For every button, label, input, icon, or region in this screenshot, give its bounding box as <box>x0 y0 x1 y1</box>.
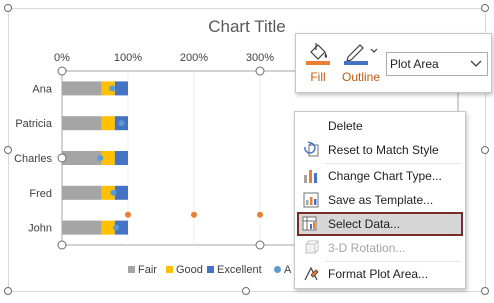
marker-a-ana <box>109 85 116 92</box>
save-template-icon <box>303 192 319 208</box>
fill-button[interactable]: Fill <box>302 38 334 88</box>
menu-item-format-plot-area[interactable]: Format Plot Area... <box>297 262 463 286</box>
bar-good-patricia <box>101 116 115 131</box>
legend-label-good: Good <box>176 264 203 276</box>
context-menu: Delete Reset to Match Style Change Chart… <box>294 111 466 289</box>
marker-orange-3 <box>257 211 263 218</box>
bar-excellent-charles <box>114 151 128 165</box>
marker-a-charles <box>97 155 104 161</box>
menu-item-delete[interactable]: Delete <box>297 114 463 138</box>
outline-button[interactable]: Outline <box>338 38 384 88</box>
gridlines <box>127 71 261 245</box>
legend-swatch-excellent <box>207 266 214 273</box>
select-data-icon <box>302 216 317 231</box>
x-tick-label: 100% <box>114 52 142 64</box>
bar-fair-charles <box>62 151 102 165</box>
bar-fair-ana <box>62 81 102 96</box>
bar-good-john <box>101 220 115 235</box>
pen-outline-icon <box>344 44 378 65</box>
marker-a-fred <box>110 189 117 196</box>
rotation-3d-icon <box>305 240 320 254</box>
category-label: Patricia <box>15 118 53 130</box>
marker-orange-2 <box>191 211 197 218</box>
legend-label-a: A <box>284 264 292 276</box>
plot-area-handle <box>57 240 67 250</box>
chevron-down-icon <box>470 60 482 67</box>
marker-a-patricia <box>118 120 125 127</box>
format-area-icon <box>304 266 319 281</box>
chart-element-select-value: Plot Area <box>390 57 439 71</box>
chart-type-icon <box>304 170 317 183</box>
reset-style-icon <box>304 141 319 157</box>
category-label: Fred <box>29 188 52 200</box>
plot-area-handle <box>255 240 265 250</box>
outline-label: Outline <box>341 70 381 84</box>
legend-label-excellent: Excellent <box>217 264 262 276</box>
category-label: Charles <box>14 153 52 165</box>
menu-item-select-data[interactable]: Select Data... <box>297 212 463 236</box>
marker-a-john <box>113 224 120 231</box>
menu-item-reset-to-match-style[interactable]: Reset to Match Style <box>297 138 463 162</box>
menu-item-save-as-template[interactable]: Save as Template... <box>297 188 463 212</box>
category-label: Ana <box>32 83 52 95</box>
plot-area-handle <box>57 66 67 76</box>
bar-series <box>62 81 128 235</box>
paint-bucket-icon <box>306 43 330 65</box>
x-axis-ticks: 0% 100% 200% 300% <box>54 52 274 64</box>
bar-good-charles <box>101 151 115 165</box>
plot-area-handle <box>255 66 265 76</box>
menu-item-change-chart-type[interactable]: Change Chart Type... <box>297 164 463 188</box>
x-tick-label: 300% <box>246 52 274 64</box>
bar-excellent-fred <box>114 185 128 200</box>
bar-fair-fred <box>62 185 102 200</box>
legend[interactable]: Fair Good Excellent A <box>128 264 292 276</box>
bar-excellent-ana <box>114 81 128 96</box>
legend-swatch-fair <box>128 266 135 273</box>
legend-label-fair: Fair <box>138 264 157 276</box>
category-label: John <box>28 223 52 235</box>
x-tick-label: 0% <box>54 52 70 64</box>
legend-swatch-good <box>166 266 173 273</box>
bar-fair-patricia <box>62 116 102 131</box>
chart-element-select[interactable]: Plot Area <box>386 52 488 76</box>
plot-area-handle <box>57 153 67 163</box>
bar-fair-john <box>62 220 102 235</box>
menu-item-3d-rotation: 3-D Rotation... <box>297 236 463 260</box>
format-toolbar: Fill Outline Plot Area <box>295 33 492 93</box>
fill-label: Fill <box>310 70 326 84</box>
legend-swatch-a <box>274 266 281 273</box>
y-axis-categories: John Fred Charles Patricia Ana <box>14 83 53 234</box>
x-tick-label: 200% <box>180 52 208 64</box>
marker-orange-1 <box>125 211 131 218</box>
